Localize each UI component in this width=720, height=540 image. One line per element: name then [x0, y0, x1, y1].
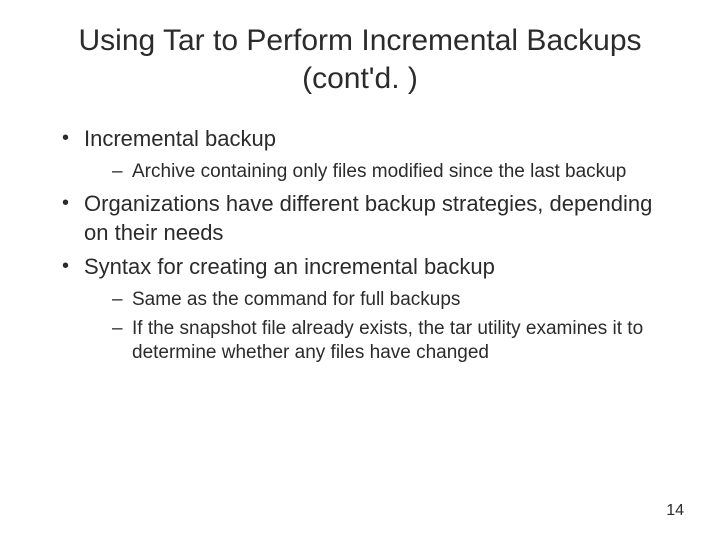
bullet-text: Incremental backup — [84, 126, 276, 151]
page-number: 14 — [666, 502, 684, 520]
bullet-text: If the snapshot file already exists, the… — [132, 318, 643, 364]
bullet-text: Same as the command for full backups — [132, 289, 460, 310]
list-item: Organizations have different backup stra… — [62, 190, 680, 247]
bullet-text: Syntax for creating an incremental backu… — [84, 254, 495, 279]
bullet-text: Archive containing only files modified s… — [132, 161, 626, 182]
slide-title: Using Tar to Perform Incremental Backups… — [70, 22, 650, 97]
sub-list: Same as the command for full backups If … — [84, 288, 680, 366]
list-item: If the snapshot file already exists, the… — [112, 317, 680, 366]
list-item: Archive containing only files modified s… — [112, 160, 680, 185]
list-item: Same as the command for full backups — [112, 288, 680, 313]
list-item: Incremental backup Archive containing on… — [62, 125, 680, 184]
slide: Using Tar to Perform Incremental Backups… — [0, 0, 720, 540]
sub-list: Archive containing only files modified s… — [84, 160, 680, 185]
list-item: Syntax for creating an incremental backu… — [62, 253, 680, 366]
bullet-text: Organizations have different backup stra… — [84, 191, 652, 245]
bullet-list: Incremental backup Archive containing on… — [40, 125, 680, 366]
